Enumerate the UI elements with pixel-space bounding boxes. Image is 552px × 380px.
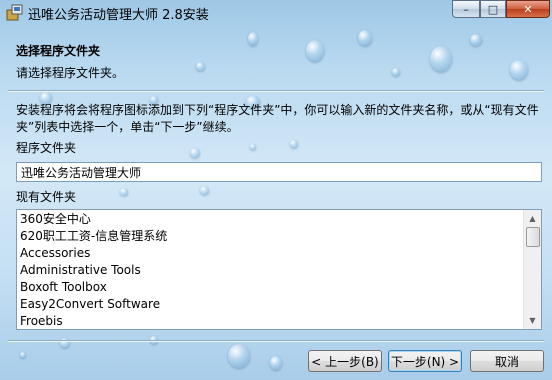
minimize-button[interactable]: – (452, 0, 480, 18)
existing-folders-list[interactable]: 360安全中心 620职工工资-信息管理系统 Accessories Admin… (16, 209, 542, 330)
list-item[interactable]: 620职工工资-信息管理系统 (20, 228, 167, 245)
page-subtitle: 请选择程序文件夹。 (16, 66, 125, 80)
list-item[interactable]: Administrative Tools (20, 262, 167, 279)
existing-folders-label: 现有文件夹 (16, 190, 77, 204)
page-title: 选择程序文件夹 (16, 44, 101, 58)
page-header: 选择程序文件夹 请选择程序文件夹。 (8, 36, 544, 86)
scroll-thumb[interactable] (526, 227, 540, 247)
scroll-down-icon[interactable]: ▼ (524, 312, 541, 329)
maximize-icon: □ (487, 2, 499, 16)
title-bar: 迅唯公务活动管理大师 2.8安装 – □ ✕ (0, 0, 552, 28)
program-folder-input[interactable] (16, 162, 542, 182)
list-item[interactable]: Accessories (20, 245, 167, 262)
window-title: 迅唯公务活动管理大师 2.8安装 (28, 8, 209, 23)
list-item[interactable]: 360安全中心 (20, 211, 167, 228)
list-item[interactable]: Froebis (20, 313, 167, 329)
description-text: 安装程序将会将程序图标添加到下列“程序文件夹”中，你可以输入新的文件夹名称，或从… (16, 103, 539, 134)
close-button[interactable]: ✕ (506, 0, 550, 18)
footer-divider (8, 340, 544, 342)
maximize-button[interactable]: □ (480, 0, 506, 18)
installer-icon (6, 4, 24, 22)
scroll-up-icon[interactable]: ▲ (524, 210, 541, 227)
back-button[interactable]: < 上一步(B) (308, 350, 382, 372)
program-folder-label: 程序文件夹 (16, 141, 77, 155)
next-button[interactable]: 下一步(N) > (388, 350, 462, 372)
list-item[interactable]: Boxoft Toolbox (20, 279, 167, 296)
cancel-button[interactable]: 取消 (470, 350, 544, 372)
list-item[interactable]: Easy2Convert Software (20, 296, 167, 313)
close-icon: ✕ (523, 2, 533, 16)
list-scrollbar[interactable]: ▲ ▼ (523, 210, 541, 329)
header-divider (8, 90, 544, 92)
minimize-icon: – (463, 2, 469, 16)
